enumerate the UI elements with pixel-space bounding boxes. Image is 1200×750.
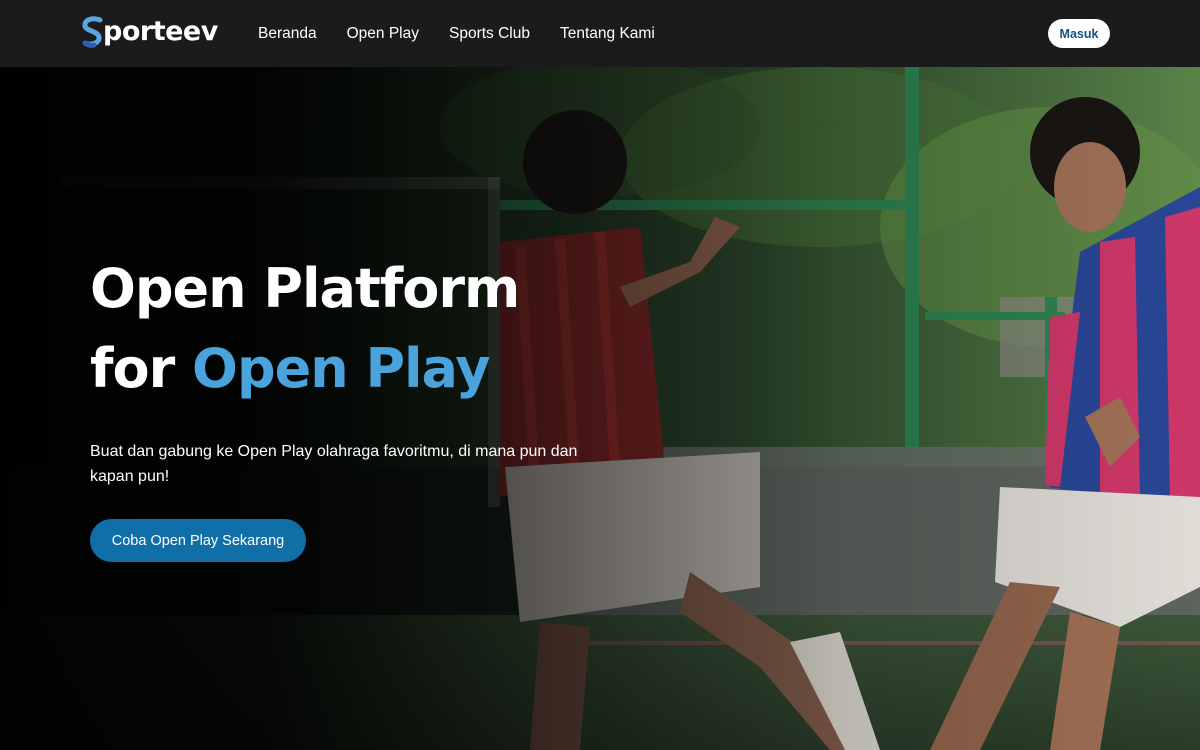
- hero-section: Open Platform for Open Play Buat dan gab…: [0, 67, 1200, 750]
- sporteev-logo-icon: [82, 16, 103, 48]
- login-button[interactable]: Masuk: [1048, 19, 1110, 48]
- nav-item-open-play[interactable]: Open Play: [347, 0, 419, 67]
- top-navbar: porteev Beranda Open Play Sports Club Te…: [0, 0, 1200, 67]
- main-nav: Beranda Open Play Sports Club Tentang Ka…: [258, 0, 685, 67]
- hero-title-line1: Open Platform: [90, 257, 520, 320]
- try-open-play-button[interactable]: Coba Open Play Sekarang: [90, 519, 306, 562]
- nav-item-sports-club[interactable]: Sports Club: [449, 0, 530, 67]
- hero-title-line2-prefix: for: [90, 337, 175, 400]
- hero-title-accent: Open Play: [192, 337, 490, 400]
- brand-name: porteev: [103, 16, 218, 47]
- nav-item-beranda[interactable]: Beranda: [258, 0, 317, 67]
- hero-subtitle: Buat dan gabung ke Open Play olahraga fa…: [90, 443, 578, 485]
- hero-content: Open Platform for Open Play Buat dan gab…: [90, 249, 610, 562]
- brand-logo[interactable]: porteev: [82, 14, 218, 50]
- hero-title: Open Platform for Open Play: [90, 249, 610, 409]
- nav-item-tentang-kami[interactable]: Tentang Kami: [560, 0, 655, 67]
